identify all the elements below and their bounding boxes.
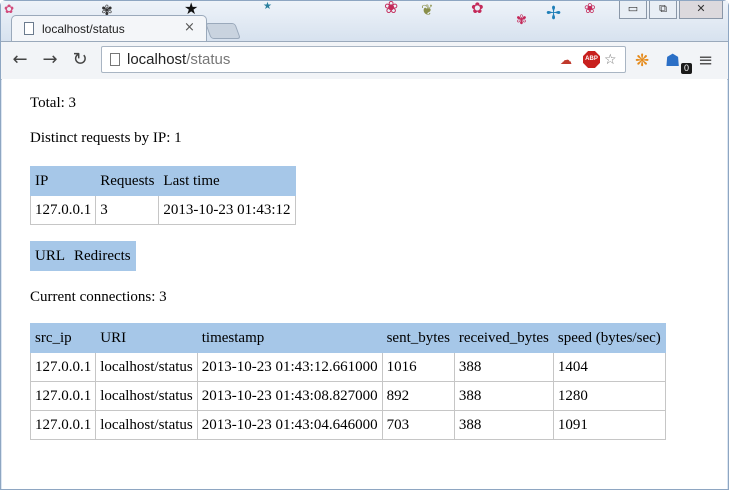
redirects-table: URL Redirects	[30, 241, 136, 271]
leaf-decoration-icon: ❦	[421, 1, 434, 19]
column-header: timestamp	[196, 323, 383, 353]
back-arrow-icon[interactable]: ←	[9, 49, 31, 71]
table-cell: 1016	[381, 352, 455, 382]
column-header: Redirects	[69, 241, 136, 271]
table-cell: 2013-10-23 01:43:12.661000	[196, 352, 383, 382]
distinct-requests-text: Distinct requests by IP: 1	[30, 130, 182, 146]
total-text: Total: 3	[30, 95, 77, 111]
flower-decoration-icon: ❀	[384, 0, 399, 18]
table-cell: 2013-10-23 01:43:12	[158, 195, 296, 225]
minimize-button[interactable]: ▭	[619, 1, 647, 19]
browser-tab[interactable]: localhost/status ×	[11, 15, 207, 42]
table-cell: 388	[453, 352, 554, 382]
table-cell: 127.0.0.1	[29, 195, 97, 225]
table-row: 127.0.0.1 localhost/status 2013-10-23 01…	[29, 410, 666, 440]
close-tab-icon[interactable]: ×	[184, 20, 195, 35]
ghostery-icon[interactable]: ☗	[665, 51, 680, 71]
column-header: Last time	[158, 166, 296, 196]
current-connections-text: Current connections: 3	[30, 289, 167, 305]
column-header: URI	[95, 323, 198, 353]
cloud-icon[interactable]: ☁	[560, 51, 572, 69]
table-cell: 1091	[552, 410, 666, 440]
table-header-row: URL Redirects	[30, 241, 136, 271]
column-header: src_ip	[29, 323, 97, 353]
column-header: Requests	[95, 166, 160, 196]
table-cell: 703	[381, 410, 455, 440]
url-host: localhost	[127, 51, 187, 68]
close-window-button[interactable]: ✕	[679, 1, 723, 19]
table-header-row: IP Requests Last time	[29, 166, 296, 196]
address-bar[interactable]: localhost/status ☁ ABP ☆	[101, 46, 626, 73]
butterfly-decoration-icon: ✢	[546, 3, 562, 24]
page-icon	[110, 53, 120, 66]
column-header: URL	[30, 241, 70, 271]
window-controls: ▭ ⧉ ✕	[617, 1, 723, 19]
ip-table: IP Requests Last time 127.0.0.1 3 2013-1…	[29, 166, 296, 225]
title-bar: ✿ ✾ ★ ★ ❀ ❦ ✿ ✾ ✢ ❀ localhost/status × ▭…	[1, 0, 728, 42]
table-row: 127.0.0.1 localhost/status 2013-10-23 01…	[29, 381, 666, 411]
maximize-button[interactable]: ⧉	[649, 1, 677, 19]
table-cell: 2013-10-23 01:43:08.827000	[196, 381, 383, 411]
column-header: received_bytes	[453, 323, 554, 353]
flower-decoration-icon: ✾	[516, 13, 527, 28]
reload-icon[interactable]: ↻	[69, 49, 91, 71]
extension-badge: 0	[681, 63, 692, 74]
table-cell: localhost/status	[95, 352, 198, 382]
menu-icon[interactable]: ≡	[698, 51, 713, 71]
table-cell: 1280	[552, 381, 666, 411]
table-cell: 1404	[552, 352, 666, 382]
table-header-row: src_ip URI timestamp sent_bytes received…	[29, 323, 666, 353]
new-tab-button[interactable]	[205, 23, 241, 39]
table-row: 127.0.0.1 3 2013-10-23 01:43:12	[29, 195, 296, 225]
table-cell: 127.0.0.1	[29, 410, 97, 440]
table-row: 127.0.0.1 localhost/status 2013-10-23 01…	[29, 352, 666, 382]
column-header: sent_bytes	[381, 323, 455, 353]
table-cell: 892	[381, 381, 455, 411]
connections-table: src_ip URI timestamp sent_bytes received…	[29, 323, 666, 440]
flower-decoration-icon: ❀	[584, 1, 596, 17]
page-content: Total: 3 Distinct requests by IP: 1 IP R…	[2, 79, 727, 489]
url-text: localhost/status	[127, 51, 230, 68]
table-cell: 127.0.0.1	[29, 381, 97, 411]
tab-title: localhost/status	[42, 22, 125, 36]
table-cell: localhost/status	[95, 410, 198, 440]
flower-decoration-icon: ✿	[471, 0, 484, 17]
browser-window: ✿ ✾ ★ ★ ❀ ❦ ✿ ✾ ✢ ❀ localhost/status × ▭…	[0, 0, 729, 490]
table-cell: localhost/status	[95, 381, 198, 411]
adblock-plus-icon[interactable]: ABP	[583, 51, 600, 68]
paw-extension-icon[interactable]: ❋	[635, 51, 649, 71]
forward-arrow-icon[interactable]: →	[39, 49, 61, 71]
table-cell: 3	[95, 195, 160, 225]
table-cell: 127.0.0.1	[29, 352, 97, 382]
table-cell: 2013-10-23 01:43:04.646000	[196, 410, 383, 440]
table-cell: 388	[453, 381, 554, 411]
bookmark-star-icon[interactable]: ☆	[604, 51, 617, 69]
browser-toolbar: ← → ↻ localhost/status ☁ ABP ☆ ❋ ☗ ≡	[1, 41, 728, 80]
star-decoration-icon: ★	[263, 1, 272, 12]
column-header: speed (bytes/sec)	[552, 323, 666, 353]
flower-decoration-icon: ✿	[4, 2, 15, 16]
page-icon	[24, 22, 34, 35]
table-cell: 388	[453, 410, 554, 440]
url-path: /status	[186, 51, 231, 68]
column-header: IP	[29, 166, 97, 196]
